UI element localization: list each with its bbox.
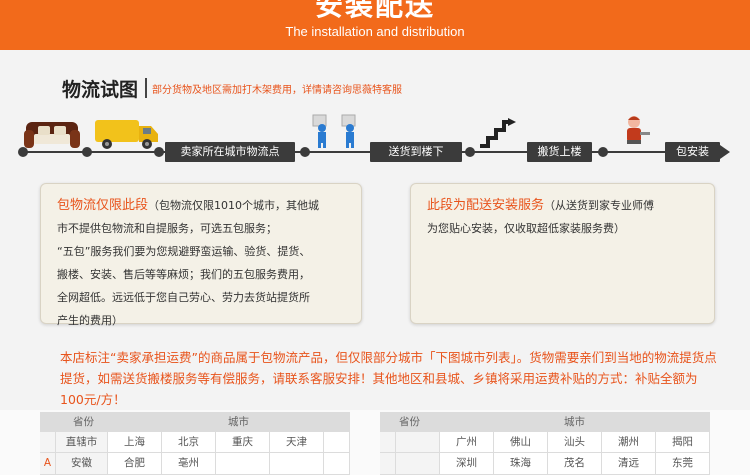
flow-step-carry-upstairs: 搬货上楼 [527,142,592,162]
table-province [396,432,440,453]
flow-dot [598,147,608,157]
table-letter [40,432,56,453]
table-city: 北京 [162,432,216,453]
logistics-line: 产生的费用） [57,314,123,327]
table-city: 茂名 [548,453,602,475]
flow-dot [300,147,310,157]
table-city [270,453,324,475]
logistics-info-box: 包物流仅限此段（包物流仅限1010个城市，其他城 市不提供包物流和自提服务，可选… [40,183,362,327]
header-banner: 安装配送 The installation and distribution [0,0,750,50]
table-city: 珠海 [494,453,548,475]
table-city [324,432,350,453]
flow-dot [154,147,164,157]
table-header-city: 城市 [440,412,710,432]
logistics-line: “五包”服务我们要为您规避野蛮运输、验货、提货、 [57,245,311,258]
truck-icon [95,120,158,149]
table-city [216,453,270,475]
logistics-highlight: 包物流仅限此段 [57,198,149,213]
table-province [396,453,440,475]
logistics-info-text: 包物流仅限此段（包物流仅限1010个城市，其他城 市不提供包物流和自提服务，可选… [57,194,351,332]
flow-dot-start [18,147,28,157]
logistics-line: 搬楼、安装、售后等等麻烦；我们的五包服务费用， [57,268,310,281]
section-heading: 物流试图 部分货物及地区需加打木架费用，详情请咨询思薇特客服 [62,74,402,102]
section-title: 物流试图 [62,78,139,101]
table-city: 汕头 [548,432,602,453]
table-city: 佛山 [494,432,548,453]
installation-highlight: 此段为配送安装服务 [427,198,545,213]
table-header-province: 省份 [40,412,128,432]
flow-step-installation: 包安装 [665,142,720,162]
flow-dot [82,147,92,157]
section-divider [145,78,148,98]
table-city: 揭阳 [656,432,710,453]
table-header-city: 城市 [128,412,350,432]
table-province: 安徽 [56,453,108,475]
table-city: 亳州 [162,453,216,475]
table-city [324,453,350,475]
table-city: 东莞 [656,453,710,475]
flow-step-seller-city: 卖家所在城市物流点 [165,142,295,162]
stairs-icon [480,118,516,148]
delivery-workers-icon [312,114,356,148]
installation-line: （从送货到家专业师傅 [544,199,655,212]
logistics-line: 全网超低。远远低于您自己劳心、劳力去货站提货所 [57,291,310,304]
flow-dot [465,147,475,157]
table-city: 清远 [602,453,656,475]
table-city: 合肥 [108,453,162,475]
banner-title: 安装配送 [314,0,435,22]
banner-subtitle: The installation and distribution [285,24,465,39]
installer-icon [627,116,650,144]
flow-arrow-end [720,145,730,159]
table-letter [380,453,396,475]
section-note: 部分货物及地区需加打木架费用，详情请咨询思薇特客服 [152,84,403,96]
installation-info-text: 此段为配送安装服务（从送货到家专业师傅 为您贴心安装，仅收取超低家装服务费） [427,194,704,240]
table-letter [380,432,396,453]
table-letter: A [40,453,56,475]
table-header-province: 省份 [380,412,440,432]
installation-line: 为您贴心安装，仅收取超低家装服务费） [427,222,625,235]
shipping-notice: 本店标注“卖家承担运费”的商品属于包物流产品，但仅限部分城市「下图城市列表」。货… [60,350,717,407]
table-city: 天津 [270,432,324,453]
flow-step-deliver-downstairs: 送货到楼下 [370,142,462,162]
table-city: 广州 [440,432,494,453]
installation-info-box: 此段为配送安装服务（从送货到家专业师傅 为您贴心安装，仅收取超低家装服务费） [410,183,715,324]
logistics-line: 市不提供包物流和自提服务，可选五包服务； [57,222,277,235]
table-city: 深圳 [440,453,494,475]
table-city: 潮州 [602,432,656,453]
sofa-icon [24,122,80,148]
table-province: 直辖市 [56,432,108,453]
logistics-line: （包物流仅限1010个城市，其他城 [148,199,320,212]
table-city: 重庆 [216,432,270,453]
table-city: 上海 [108,432,162,453]
